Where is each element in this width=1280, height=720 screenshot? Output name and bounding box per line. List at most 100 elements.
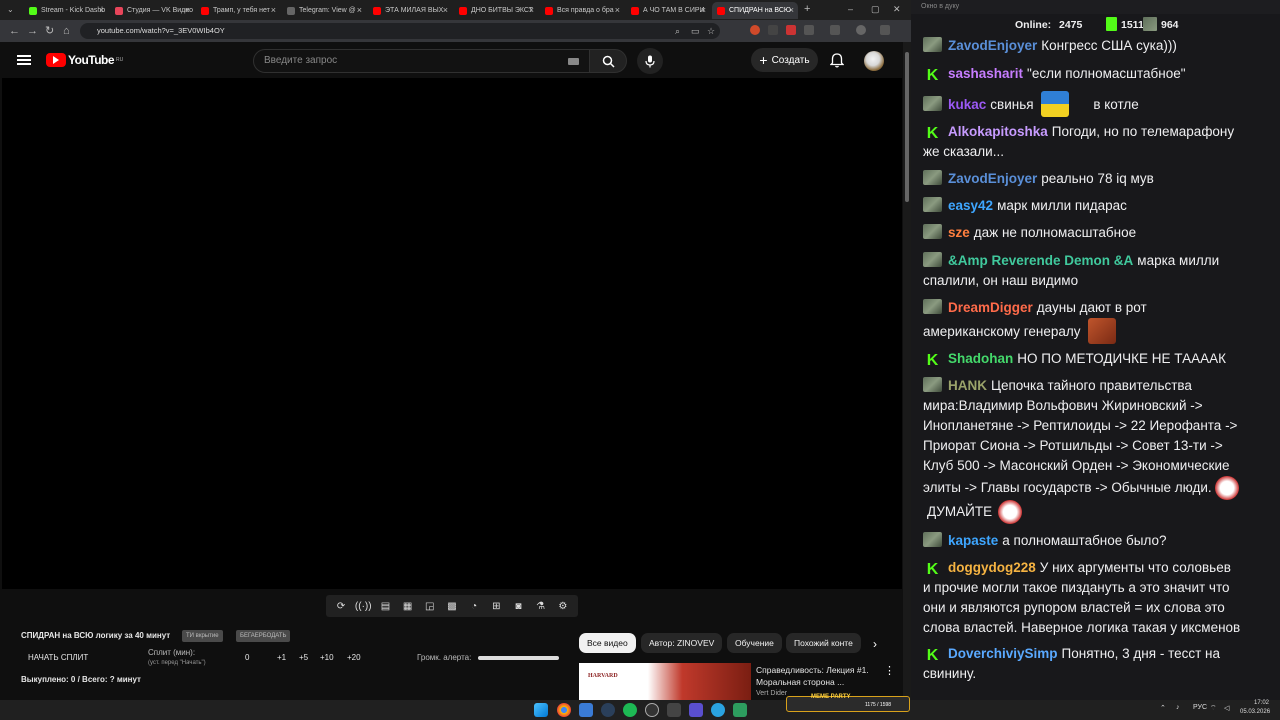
- app-icon[interactable]: [733, 703, 747, 717]
- language-indicator[interactable]: РУС: [1193, 704, 1207, 711]
- tab-youtube-4[interactable]: Вся правда о бра ×: [540, 2, 624, 19]
- tab-telegram[interactable]: Telegram: View @ ×: [282, 2, 366, 19]
- chat-username[interactable]: HANK: [948, 378, 987, 393]
- gear-icon[interactable]: ⚙: [556, 599, 570, 613]
- chevron-right-icon[interactable]: ›: [873, 637, 877, 651]
- notifications-bell-icon[interactable]: [829, 53, 845, 73]
- app-icon[interactable]: [667, 703, 681, 717]
- tray-chevron-icon[interactable]: ⌃: [1160, 704, 1166, 712]
- tab-youtube-active[interactable]: СПИДРАН на ВСЮ ×: [712, 2, 798, 19]
- tab-youtube-2[interactable]: ЭТА МИЛАЯ ВЫХ ×: [368, 2, 452, 19]
- hamburger-menu-icon[interactable]: [17, 55, 31, 65]
- url-field[interactable]: youtube.com/watch?v=_3EV0WIb4OY: [80, 23, 720, 39]
- recommended-thumbnail[interactable]: HARVARD: [579, 663, 751, 700]
- video-player[interactable]: [2, 78, 902, 589]
- app-icon[interactable]: [579, 703, 593, 717]
- extension-icon[interactable]: [768, 25, 778, 35]
- tab-youtube-5[interactable]: А ЧО ТАМ В СИРИ ×: [626, 2, 710, 19]
- chat-username[interactable]: sashasharit: [948, 66, 1023, 81]
- chat-username[interactable]: easy42: [948, 198, 993, 213]
- chat-username[interactable]: kukac: [948, 97, 986, 112]
- split-value-0[interactable]: 0: [245, 653, 249, 662]
- add-clip-icon[interactable]: ⊞: [489, 599, 503, 613]
- tab-youtube-1[interactable]: Трамп, у тебя нет ×: [196, 2, 280, 19]
- cast-icon[interactable]: ▭: [691, 24, 700, 38]
- chat-username[interactable]: &Amp Reverende Demon &A: [948, 253, 1133, 268]
- create-button[interactable]: + Создать: [751, 48, 818, 72]
- close-icon[interactable]: ×: [615, 5, 620, 15]
- maximize-icon[interactable]: ▢: [871, 2, 880, 16]
- screenshot-icon[interactable]: ◙: [511, 599, 525, 613]
- clock-date[interactable]: 05.03.2026: [1240, 709, 1270, 715]
- close-icon[interactable]: ×: [185, 5, 190, 15]
- close-icon[interactable]: ×: [789, 5, 794, 15]
- recommended-channel[interactable]: Vert Dider: [756, 690, 787, 697]
- extension-icon[interactable]: [750, 25, 760, 35]
- home-icon[interactable]: ⌂: [63, 24, 70, 38]
- tray-icon[interactable]: ♪: [1176, 704, 1180, 711]
- recommended-title-1[interactable]: Справедливость: Лекция #1.: [756, 665, 869, 675]
- more-options-icon[interactable]: ⋮: [884, 664, 895, 677]
- volume-slider[interactable]: [478, 656, 559, 660]
- speed-icon[interactable]: ◔: [467, 599, 481, 613]
- chat-username[interactable]: ZavodEnjoyer: [948, 38, 1037, 53]
- meme-party-widget[interactable]: MEME PARTY 1175 / 1598: [786, 694, 910, 712]
- flask-icon[interactable]: ⚗: [534, 599, 548, 613]
- back-icon[interactable]: ←: [9, 24, 20, 38]
- loop-icon[interactable]: ⟳: [334, 599, 348, 613]
- extension-icon[interactable]: [786, 25, 796, 35]
- extension-icon[interactable]: [804, 25, 814, 35]
- search-button[interactable]: [589, 49, 627, 73]
- telegram-icon[interactable]: [711, 703, 725, 717]
- split-plus-20[interactable]: +20: [347, 653, 361, 662]
- zoom-icon[interactable]: ⌕: [675, 24, 680, 38]
- close-icon[interactable]: ×: [357, 5, 362, 15]
- minimize-icon[interactable]: –: [848, 2, 853, 16]
- subtitles-icon[interactable]: ▩: [445, 599, 459, 613]
- tab-vk[interactable]: Студия — VK Видео ×: [110, 2, 194, 19]
- split-plus-10[interactable]: +10: [320, 653, 334, 662]
- chat-username[interactable]: doggydog228: [948, 560, 1036, 575]
- window-close-icon[interactable]: ✕: [893, 2, 901, 16]
- clip-icon[interactable]: ▦: [401, 599, 415, 613]
- close-icon[interactable]: ×: [99, 5, 104, 15]
- tag-2[interactable]: БЕГАЕРБОДАТЬ: [236, 630, 291, 642]
- split-plus-5[interactable]: +5: [299, 653, 308, 662]
- menu-dots-icon[interactable]: [880, 25, 890, 35]
- scrollbar-thumb[interactable]: [905, 52, 909, 202]
- page-scrollbar[interactable]: [903, 42, 911, 700]
- youtube-logo[interactable]: YouTube RU: [46, 53, 123, 67]
- chip-similar[interactable]: Похожий конте: [786, 633, 861, 653]
- start-split-button[interactable]: НАЧАТЬ СПЛИТ: [28, 653, 88, 662]
- media-player-icon[interactable]: [689, 703, 703, 717]
- recommended-title-2[interactable]: Моральная сторона ...: [756, 677, 844, 687]
- steam-icon[interactable]: [601, 703, 615, 717]
- clock-time[interactable]: 17:02: [1254, 700, 1269, 706]
- chat-username[interactable]: DreamDigger: [948, 300, 1033, 315]
- chat-username[interactable]: Shadohan: [948, 351, 1013, 366]
- new-tab-icon[interactable]: +: [804, 2, 810, 16]
- tag-1[interactable]: ТИ вкрытие: [182, 630, 223, 642]
- tab-youtube-3[interactable]: ДНО БИТВЫ ЭКСТ ×: [454, 2, 538, 19]
- chat-username[interactable]: sze: [948, 225, 970, 240]
- bookmark-star-icon[interactable]: ☆: [707, 24, 715, 38]
- forward-icon[interactable]: →: [27, 24, 38, 38]
- profile-icon[interactable]: [856, 25, 866, 35]
- chip-author[interactable]: Автор: ZINOVEV: [641, 633, 723, 653]
- windows-start-icon[interactable]: [534, 703, 548, 717]
- reload-icon[interactable]: ↻: [45, 24, 54, 38]
- network-icon[interactable]: ⌔: [1210, 704, 1217, 713]
- search-input[interactable]: Введите запрос: [253, 49, 590, 73]
- chat-username[interactable]: DoverchiviySimp: [948, 646, 1058, 661]
- close-icon[interactable]: ×: [271, 5, 276, 15]
- close-icon[interactable]: ×: [529, 5, 534, 15]
- split-plus-1[interactable]: +1: [277, 653, 286, 662]
- chrome-icon[interactable]: [557, 703, 571, 717]
- chip-education[interactable]: Обучение: [727, 633, 782, 653]
- chat-username[interactable]: ZavodEnjoyer: [948, 171, 1037, 186]
- voice-search-button[interactable]: [637, 48, 663, 74]
- tab-search-icon[interactable]: ⌄: [7, 3, 14, 17]
- pip-icon[interactable]: ◲: [423, 599, 437, 613]
- obs-icon[interactable]: [645, 703, 659, 717]
- avatar[interactable]: [864, 51, 884, 71]
